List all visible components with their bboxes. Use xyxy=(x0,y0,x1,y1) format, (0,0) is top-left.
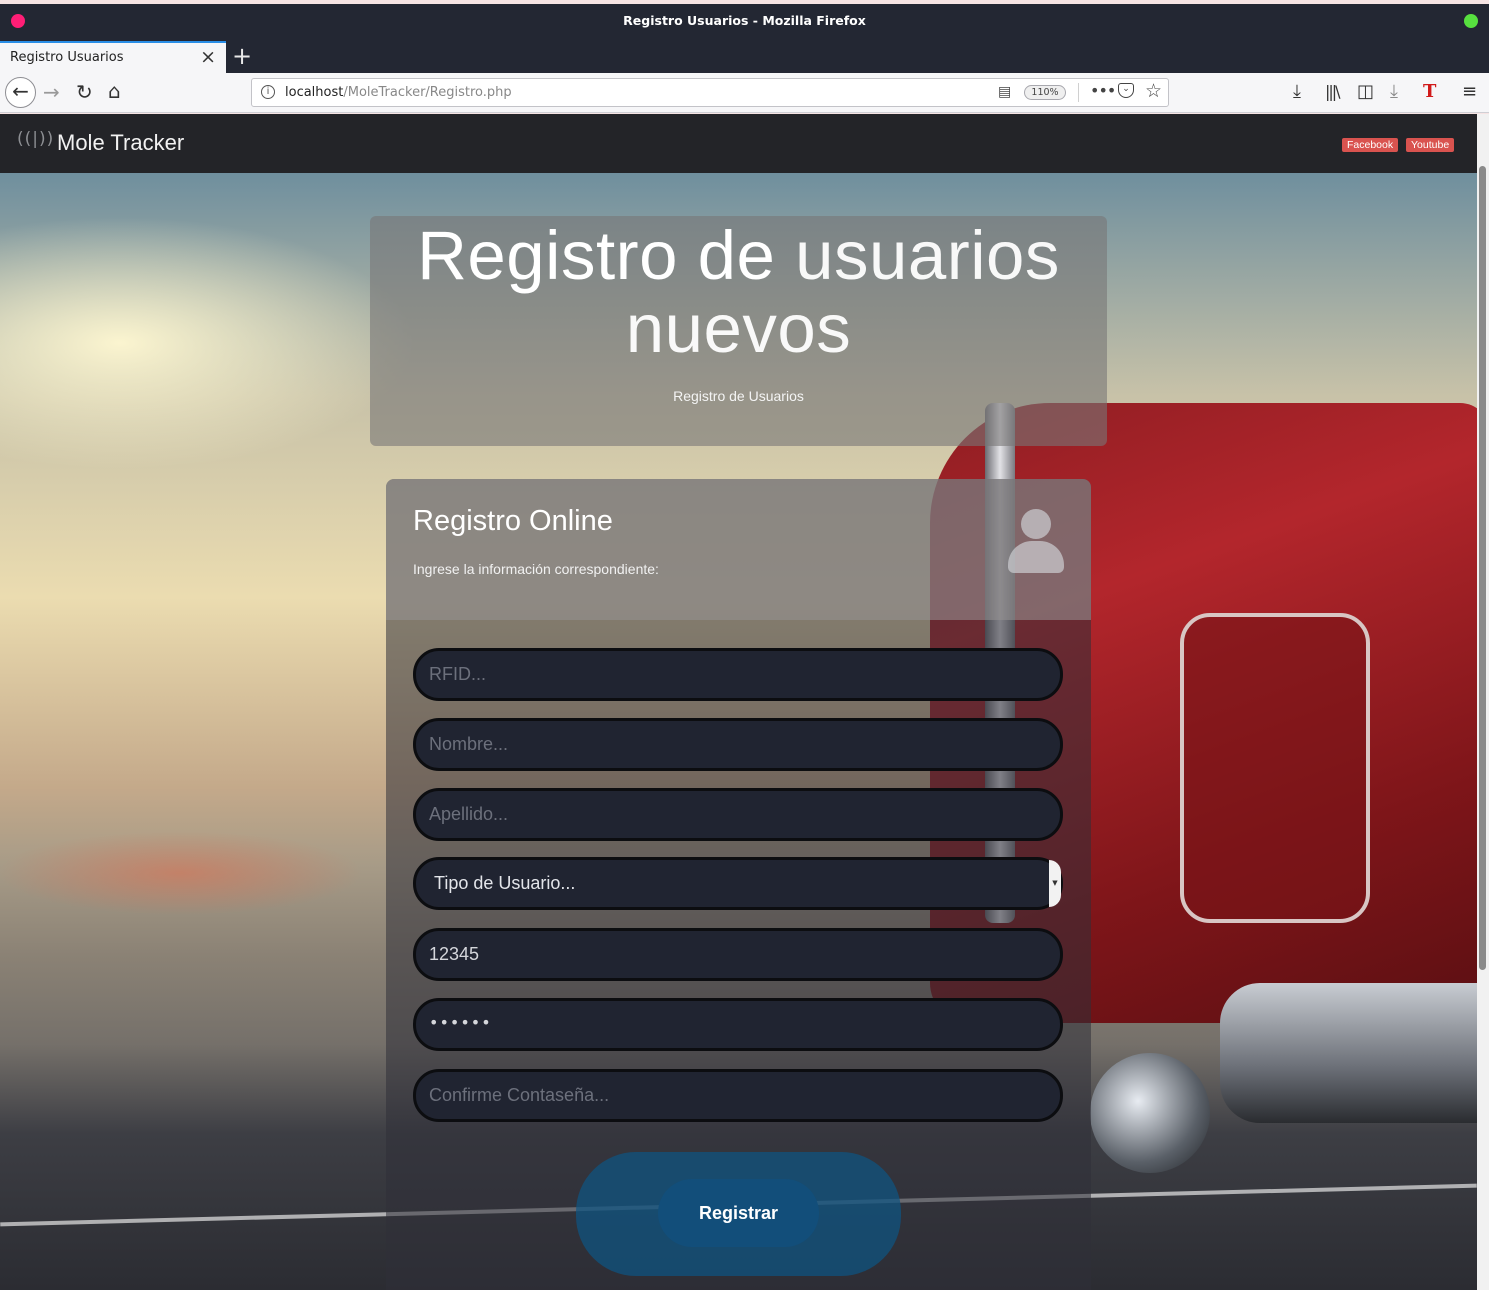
register-button[interactable]: Registrar xyxy=(658,1179,819,1247)
site-header: ((|)) Mole Tracker Facebook Youtube xyxy=(0,114,1477,173)
register-button-container: Registrar xyxy=(576,1152,901,1276)
t-extension-icon[interactable]: T xyxy=(1423,82,1436,102)
navigation-toolbar: ← → ↻ ⌂ i localhost/MoleTracker/Registro… xyxy=(0,73,1489,113)
pocket-icon[interactable]: ⌄ xyxy=(1118,83,1134,98)
code-value: 12345 xyxy=(429,944,480,964)
rfid-field[interactable] xyxy=(413,648,1063,701)
new-tab-icon[interactable]: + xyxy=(232,42,252,70)
url-bar[interactable]: i localhost/MoleTracker/Registro.php ▤ 1… xyxy=(251,78,1169,107)
hamburger-menu-icon[interactable]: ≡ xyxy=(1462,82,1477,102)
dropdown-arrow-icon[interactable]: ▼ xyxy=(1049,860,1061,907)
tab-registro-usuarios[interactable]: Registro Usuarios × xyxy=(0,41,226,73)
vertical-scrollbar[interactable] xyxy=(1477,114,1489,1290)
user-icon-body xyxy=(1008,541,1064,573)
scrollbar-thumb[interactable] xyxy=(1479,166,1486,970)
tipo-usuario-selected: Tipo de Usuario... xyxy=(434,873,576,893)
url-text[interactable]: localhost/MoleTracker/Registro.php xyxy=(285,85,512,100)
confirm-password-field[interactable] xyxy=(413,1069,1063,1122)
apellido-field[interactable] xyxy=(413,788,1063,841)
reload-icon[interactable]: ↻ xyxy=(76,82,93,102)
brand-name[interactable]: Mole Tracker xyxy=(57,130,184,156)
tipo-usuario-select[interactable]: Tipo de Usuario... ▼ xyxy=(413,857,1063,910)
home-icon[interactable]: ⌂ xyxy=(108,81,121,101)
form-title: Registro Online xyxy=(413,505,613,537)
hero-title-card: Registro de usuarios nuevos Registro de … xyxy=(370,216,1107,446)
nombre-input[interactable] xyxy=(429,721,1029,768)
password-field[interactable]: •••••• xyxy=(413,998,1063,1051)
page-viewport: ((|)) Mole Tracker Facebook Youtube Regi… xyxy=(0,114,1477,1290)
apellido-input[interactable] xyxy=(429,791,1029,838)
window-title: Registro Usuarios - Mozilla Firefox xyxy=(623,13,866,28)
sidebar-icon[interactable]: ◫ xyxy=(1357,82,1374,102)
back-icon[interactable]: ← xyxy=(5,77,36,108)
form-header: Registro Online Ingrese la información c… xyxy=(386,479,1091,620)
maximize-window-icon[interactable] xyxy=(1464,14,1478,28)
confirm-password-input[interactable] xyxy=(429,1072,1029,1119)
bookmark-star-icon[interactable]: ☆ xyxy=(1145,80,1162,102)
page-subtitle: Registro de Usuarios xyxy=(673,388,804,404)
truck-window-image xyxy=(1180,613,1370,923)
youtube-link[interactable]: Youtube xyxy=(1406,138,1455,152)
forward-icon[interactable]: → xyxy=(43,82,60,102)
tab-strip: Registro Usuarios × + xyxy=(0,40,1489,73)
user-icon-head xyxy=(1021,509,1051,539)
library-icon[interactable]: |||\ xyxy=(1325,82,1341,102)
url-path: /MoleTracker/Registro.php xyxy=(343,85,512,100)
code-field[interactable]: 12345 xyxy=(413,928,1063,981)
reader-view-icon[interactable]: ▤ xyxy=(998,84,1011,100)
tab-close-icon[interactable]: × xyxy=(200,46,216,68)
url-separator xyxy=(1078,83,1079,102)
truck-wheel-image xyxy=(1090,1053,1210,1173)
nombre-field[interactable] xyxy=(413,718,1063,771)
zoom-badge[interactable]: 110% xyxy=(1024,85,1066,100)
facebook-link[interactable]: Facebook xyxy=(1342,138,1399,152)
window-titlebar: Registro Usuarios - Mozilla Firefox xyxy=(0,4,1489,40)
form-hint: Ingrese la información correspondiente: xyxy=(413,561,659,577)
download-arrow-icon[interactable]: ⤓ xyxy=(1390,82,1398,102)
rfid-input[interactable] xyxy=(429,651,1029,698)
registration-form: Registro Online Ingrese la información c… xyxy=(386,479,1091,1290)
downloads-icon[interactable]: ⤓ xyxy=(1293,82,1301,102)
url-host: localhost xyxy=(285,85,344,100)
page-title-bold: Registro de xyxy=(417,217,776,294)
user-icon xyxy=(1006,509,1066,573)
site-info-icon[interactable]: i xyxy=(261,85,275,99)
tab-title: Registro Usuarios xyxy=(10,50,124,65)
broadcast-icon: ((|)) xyxy=(17,129,55,149)
truck-tank-image xyxy=(1220,983,1477,1123)
page-actions-icon[interactable]: ••• xyxy=(1090,81,1116,100)
password-value: •••••• xyxy=(429,1013,492,1032)
page-title: Registro de usuarios nuevos xyxy=(370,219,1107,365)
